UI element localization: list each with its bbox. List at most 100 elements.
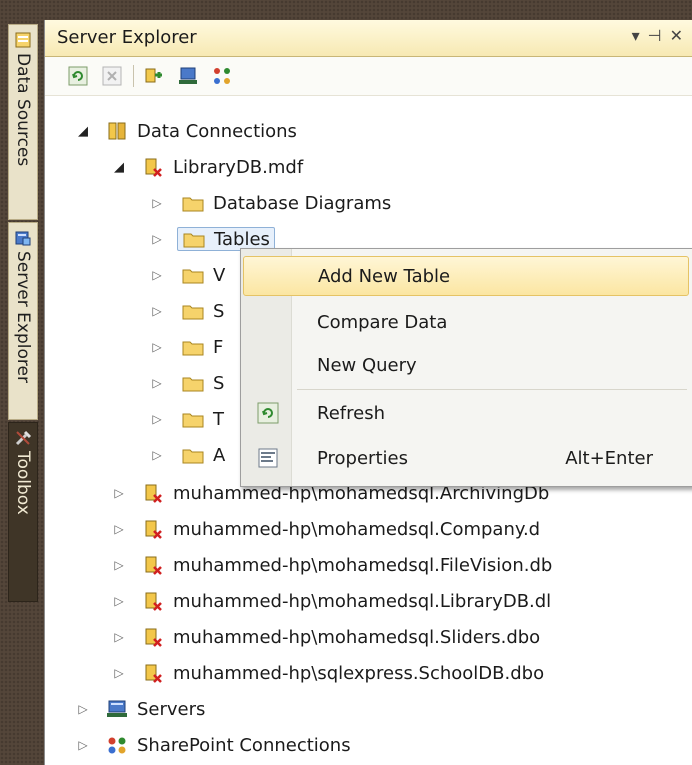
menu-item-add-new-table[interactable]: Add New Table [243,256,689,296]
tree-label-data-connections: Data Connections [137,120,297,142]
collapsed-arrow-icon[interactable]: ▷ [111,594,127,608]
properties-icon [257,447,279,469]
menu-separator [297,389,687,390]
tree-node-connection[interactable]: ▷ muhammed-hp\sqlexpress.SchoolDB.dbo [111,656,544,690]
folder-icon [181,336,205,358]
folder-icon [181,192,205,214]
refresh-icon [68,66,88,86]
tree-node-connection[interactable]: ▷ muhammed-hp\mohamedsql.Sliders.dbo [111,620,540,654]
tab-server-explorer-label: Server Explorer [13,251,33,383]
collapsed-arrow-icon[interactable]: ▷ [149,232,165,246]
expanded-arrow-icon[interactable]: ◢ [111,160,127,175]
menu-item-label: New Query [317,354,417,376]
database-error-icon [141,482,165,504]
stop-button[interactable] [101,65,123,87]
tab-data-sources[interactable]: Data Sources [8,24,38,220]
tree-label-folder: S [213,300,225,322]
database-error-icon [141,156,165,178]
tree-node-folder[interactable]: ▷ F [149,330,223,364]
tab-server-explorer[interactable]: Server Explorer [8,222,38,420]
menu-item-compare-data[interactable]: Compare Data [243,302,689,342]
collapsed-arrow-icon[interactable]: ▷ [149,268,165,282]
collapsed-arrow-icon[interactable]: ▷ [149,376,165,390]
refresh-button[interactable] [67,65,89,87]
tree-node-servers[interactable]: ▷ Servers [75,692,205,726]
tree-node-connection[interactable]: ▷ muhammed-hp\mohamedsql.FileVision.db [111,548,552,582]
database-error-icon [141,662,165,684]
tree-node-connection[interactable]: ▷ muhammed-hp\mohamedsql.Company.d [111,512,540,546]
collapsed-arrow-icon[interactable]: ▷ [75,702,91,716]
tree-label-librarydb: LibraryDB.mdf [173,156,304,178]
collapsed-arrow-icon[interactable]: ▷ [149,340,165,354]
menu-item-refresh[interactable]: Refresh [243,393,689,433]
collapsed-arrow-icon[interactable]: ▷ [111,666,127,680]
servers-icon [105,698,129,720]
tree-label-folder: Database Diagrams [213,192,392,214]
connect-to-sharepoint-button[interactable] [211,65,233,87]
panel-controls: ▾ ⊣ ✕ [632,26,683,45]
tree-label-folder: V [213,264,226,286]
toolbox-icon [14,429,32,447]
folder-icon [181,408,205,430]
tree-node-folder[interactable]: ▷ A [149,438,225,472]
collapsed-arrow-icon[interactable]: ▷ [149,304,165,318]
menu-item-label: Refresh [317,402,385,424]
folder-icon [181,372,205,394]
data-connections-icon [105,120,129,142]
tab-data-sources-label: Data Sources [13,53,33,167]
tab-toolbox[interactable]: Toolbox [8,422,38,602]
server-explorer-icon [14,229,32,247]
tree-label-connection: muhammed-hp\mohamedsql.Company.d [173,518,541,540]
tree-node-folder[interactable]: ▷ V [149,258,225,292]
collapsed-arrow-icon[interactable]: ▷ [149,196,165,210]
toolbar-separator [133,65,134,87]
tree-node-sharepoint[interactable]: ▷ SharePoint Connections [75,728,351,762]
expanded-arrow-icon[interactable]: ◢ [75,124,91,139]
panel-title: Server Explorer [57,27,197,48]
tree-node-folder[interactable]: ▷ S [149,294,224,328]
collapsed-arrow-icon[interactable]: ▷ [149,448,165,462]
collapsed-arrow-icon[interactable]: ▷ [111,486,127,500]
side-tab-strip: Data Sources Server Explorer Toolbox [0,0,44,765]
folder-icon [182,228,206,250]
folder-icon [181,264,205,286]
tab-toolbox-label: Toolbox [13,451,33,515]
database-error-icon [141,554,165,576]
tree-node-folder[interactable]: ▷ T [149,402,224,436]
tree-label-sharepoint: SharePoint Connections [137,734,351,756]
tree-label-folder: S [213,372,225,394]
connect-to-server-button[interactable] [177,65,199,87]
tree-node-connection[interactable]: ▷ muhammed-hp\mohamedsql.LibraryDB.dl [111,584,551,618]
tree-label-folder: F [213,336,224,358]
tree-label-folder: A [213,444,226,466]
tree-node-folder[interactable]: ▷ S [149,366,224,400]
collapsed-arrow-icon[interactable]: ▷ [149,412,165,426]
menu-item-label: Properties [317,447,408,469]
database-error-icon [141,590,165,612]
window-position-dropdown[interactable]: ▾ [632,26,640,45]
menu-item-label: Add New Table [318,265,451,287]
connect-to-database-button[interactable] [143,65,165,87]
menu-item-properties[interactable]: Properties Alt+Enter [243,438,689,478]
database-error-icon [141,626,165,648]
context-menu: Add New Table Compare Data New Query Ref… [240,248,692,487]
close-icon[interactable]: ✕ [670,26,683,45]
menu-item-shortcut: Alt+Enter [565,447,653,469]
tree-node-librarydb[interactable]: ◢ LibraryDB.mdf [111,150,303,184]
collapsed-arrow-icon[interactable]: ▷ [111,630,127,644]
tree-label-connection: muhammed-hp\mohamedsql.FileVision.db [173,554,553,576]
database-error-icon [141,518,165,540]
tree-node-folder[interactable]: ▷ Database Diagrams [149,186,391,220]
tree-label-connection: muhammed-hp\mohamedsql.Sliders.dbo [173,626,541,648]
stop-icon [102,66,122,86]
data-sources-icon [14,31,32,49]
collapsed-arrow-icon[interactable]: ▷ [111,522,127,536]
folder-icon [181,300,205,322]
menu-item-new-query[interactable]: New Query [243,345,689,385]
panel-title-bar: Server Explorer ▾ ⊣ ✕ [45,20,692,57]
tree-node-data-connections[interactable]: ◢ Data Connections [75,114,297,148]
collapsed-arrow-icon[interactable]: ▷ [75,738,91,752]
sharepoint-icon [105,734,129,756]
auto-hide-pin-icon[interactable]: ⊣ [648,26,662,45]
collapsed-arrow-icon[interactable]: ▷ [111,558,127,572]
